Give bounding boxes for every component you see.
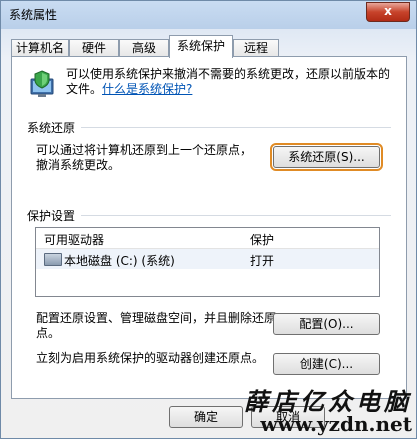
- configure-button[interactable]: 配置(O)...: [273, 313, 380, 335]
- system-protection-icon: [30, 70, 54, 97]
- system-restore-description: 可以通过将计算机还原到上一个还原点，撤消系统更改。: [36, 143, 253, 172]
- close-button[interactable]: x: [366, 2, 410, 22]
- create-description: 立刻为启用系统保护的驱动器创建还原点。: [36, 351, 265, 365]
- watermark: 薛店亿众电脑 www.yzdn.net: [206, 382, 416, 438]
- divider: [81, 215, 391, 216]
- tab-remote[interactable]: 远程: [233, 39, 279, 57]
- protection-status: 打开: [250, 254, 275, 268]
- system-restore-section-label: 系统还原: [27, 121, 76, 135]
- protection-settings-section-label: 保护设置: [27, 209, 76, 223]
- hard-disk-icon: [44, 253, 62, 266]
- configure-description: 配置还原设置、管理磁盘空间，并且删除还原点。: [36, 311, 277, 340]
- table-row[interactable]: 本地磁盘 (C:) (系统) 打开: [36, 249, 379, 269]
- tab-hardware[interactable]: 硬件: [69, 39, 119, 57]
- system-properties-window: 系统属性 x 计算机名 硬件 高级 系统保护 远程 可以使用系统保护来撤消不需要…: [0, 0, 417, 439]
- intro-text: 可以使用系统保护来撤消不需要的系统更改，还原以前版本的文件。什么是系统保护?: [66, 67, 391, 96]
- title-bar[interactable]: 系统属性 x: [1, 1, 416, 27]
- what-is-system-protection-link[interactable]: 什么是系统保护?: [102, 82, 192, 96]
- create-button[interactable]: 创建(C)...: [273, 353, 380, 375]
- column-header-drive[interactable]: 可用驱动器: [44, 231, 104, 248]
- tab-advanced[interactable]: 高级: [119, 39, 169, 57]
- tab-system-protection[interactable]: 系统保护: [169, 35, 233, 58]
- system-restore-button[interactable]: 系统还原(S)...: [270, 143, 383, 171]
- drive-name: 本地磁盘 (C:) (系统): [64, 254, 175, 268]
- window-title: 系统属性: [9, 8, 58, 22]
- drive-list[interactable]: 可用驱动器 保护 本地磁盘 (C:) (系统) 打开: [35, 227, 380, 297]
- tab-computer-name[interactable]: 计算机名: [11, 39, 69, 57]
- divider: [81, 127, 391, 128]
- watermark-url: www.yzdn.net: [260, 412, 412, 436]
- column-header-protection[interactable]: 保护: [250, 231, 274, 248]
- list-header: 可用驱动器 保护: [36, 228, 379, 249]
